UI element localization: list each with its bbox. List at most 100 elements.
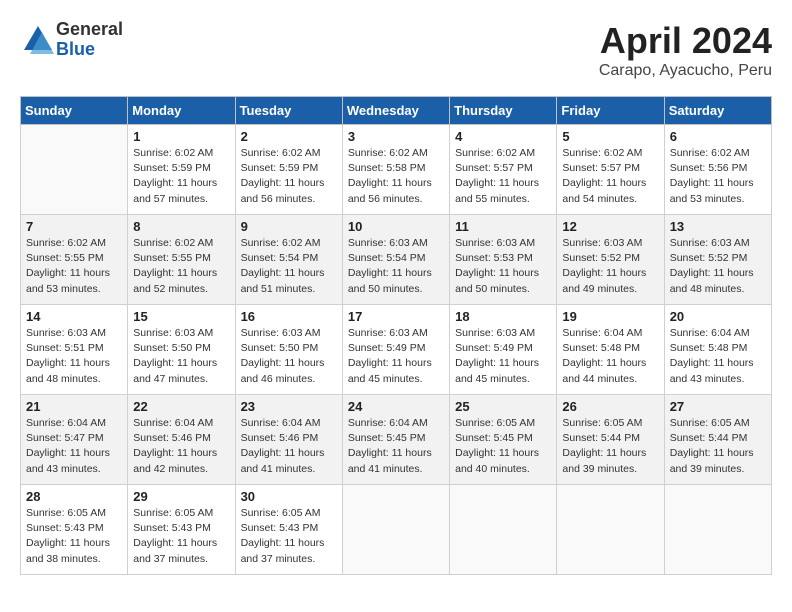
day-number: 28 [26, 489, 122, 504]
calendar-cell [21, 125, 128, 215]
day-info: Sunrise: 6:02 AMSunset: 5:58 PMDaylight:… [348, 146, 444, 207]
day-number: 4 [455, 129, 551, 144]
calendar-cell: 22 Sunrise: 6:04 AMSunset: 5:46 PMDayligh… [128, 395, 235, 485]
weekday-header-saturday: Saturday [664, 97, 771, 125]
week-row-1: 1Sunrise: 6:02 AMSunset: 5:59 PMDaylight… [21, 125, 772, 215]
calendar-cell: 17 Sunrise: 6:03 AMSunset: 5:49 PMDayligh… [342, 305, 449, 395]
calendar-cell: 8Sunrise: 6:02 AMSunset: 5:55 PMDaylight… [128, 215, 235, 305]
calendar-cell [664, 485, 771, 575]
day-number: 29 [133, 489, 229, 504]
calendar-cell: 14 Sunrise: 6:03 AMSunset: 5:51 PMDayligh… [21, 305, 128, 395]
weekday-header-row: SundayMondayTuesdayWednesdayThursdayFrid… [21, 97, 772, 125]
day-number: 27 [670, 399, 766, 414]
day-info: Sunrise: 6:05 AMSunset: 5:43 PMDaylight:… [133, 506, 229, 567]
day-number: 2 [241, 129, 337, 144]
day-info: Sunrise: 6:05 AMSunset: 5:43 PMDaylight:… [26, 506, 122, 567]
calendar-cell [450, 485, 557, 575]
day-info: Sunrise: 6:03 AMSunset: 5:53 PMDaylight:… [455, 236, 551, 297]
week-row-5: 28 Sunrise: 6:05 AMSunset: 5:43 PMDayligh… [21, 485, 772, 575]
day-info: Sunrise: 6:05 AMSunset: 5:44 PMDaylight:… [670, 416, 766, 477]
calendar-cell: 7 Sunrise: 6:02 AMSunset: 5:55 PMDaylight… [21, 215, 128, 305]
title-block: April 2024 Carapo, Ayacucho, Peru [599, 20, 772, 80]
calendar-cell: 2 Sunrise: 6:02 AMSunset: 5:59 PMDaylight… [235, 125, 342, 215]
weekday-header-friday: Friday [557, 97, 664, 125]
day-number: 16 [241, 309, 337, 324]
day-number: 10 [348, 219, 444, 234]
calendar-cell: 21Sunrise: 6:04 AMSunset: 5:47 PMDayligh… [21, 395, 128, 485]
calendar-cell: 19Sunrise: 6:04 AMSunset: 5:48 PMDayligh… [557, 305, 664, 395]
calendar-cell: 29 Sunrise: 6:05 AMSunset: 5:43 PMDayligh… [128, 485, 235, 575]
day-number: 15 [133, 309, 229, 324]
day-number: 26 [562, 399, 658, 414]
week-row-3: 14 Sunrise: 6:03 AMSunset: 5:51 PMDayligh… [21, 305, 772, 395]
day-info: Sunrise: 6:04 AMSunset: 5:45 PMDaylight:… [348, 416, 444, 477]
day-info: Sunrise: 6:02 AMSunset: 5:57 PMDaylight:… [455, 146, 551, 207]
logo-blue: Blue [56, 40, 123, 60]
day-number: 22 [133, 399, 229, 414]
day-info: Sunrise: 6:03 AMSunset: 5:49 PMDaylight:… [348, 326, 444, 387]
day-number: 12 [562, 219, 658, 234]
day-number: 30 [241, 489, 337, 504]
logo-icon [20, 22, 56, 58]
day-number: 19 [562, 309, 658, 324]
day-number: 9 [241, 219, 337, 234]
calendar-cell: 27 Sunrise: 6:05 AMSunset: 5:44 PMDayligh… [664, 395, 771, 485]
day-info: Sunrise: 6:04 AMSunset: 5:48 PMDaylight:… [670, 326, 766, 387]
logo-text: General Blue [56, 20, 123, 60]
calendar-cell: 5Sunrise: 6:02 AMSunset: 5:57 PMDaylight… [557, 125, 664, 215]
day-info: Sunrise: 6:03 AMSunset: 5:52 PMDaylight:… [670, 236, 766, 297]
day-info: Sunrise: 6:02 AMSunset: 5:59 PMDaylight:… [133, 146, 229, 207]
calendar-cell: 3 Sunrise: 6:02 AMSunset: 5:58 PMDaylight… [342, 125, 449, 215]
calendar-cell: 26Sunrise: 6:05 AMSunset: 5:44 PMDayligh… [557, 395, 664, 485]
day-info: Sunrise: 6:02 AMSunset: 5:55 PMDaylight:… [133, 236, 229, 297]
day-info: Sunrise: 6:03 AMSunset: 5:52 PMDaylight:… [562, 236, 658, 297]
calendar-cell: 12 Sunrise: 6:03 AMSunset: 5:52 PMDayligh… [557, 215, 664, 305]
day-info: Sunrise: 6:02 AMSunset: 5:54 PMDaylight:… [241, 236, 337, 297]
week-row-2: 7 Sunrise: 6:02 AMSunset: 5:55 PMDaylight… [21, 215, 772, 305]
location: Carapo, Ayacucho, Peru [599, 62, 772, 80]
day-info: Sunrise: 6:02 AMSunset: 5:55 PMDaylight:… [26, 236, 122, 297]
calendar-cell: 24 Sunrise: 6:04 AMSunset: 5:45 PMDayligh… [342, 395, 449, 485]
calendar-table: SundayMondayTuesdayWednesdayThursdayFrid… [20, 96, 772, 575]
calendar-cell: 9 Sunrise: 6:02 AMSunset: 5:54 PMDaylight… [235, 215, 342, 305]
day-number: 25 [455, 399, 551, 414]
calendar-cell: 10 Sunrise: 6:03 AMSunset: 5:54 PMDayligh… [342, 215, 449, 305]
day-info: Sunrise: 6:03 AMSunset: 5:50 PMDaylight:… [241, 326, 337, 387]
day-number: 23 [241, 399, 337, 414]
calendar-cell: 18 Sunrise: 6:03 AMSunset: 5:49 PMDayligh… [450, 305, 557, 395]
calendar-cell: 16 Sunrise: 6:03 AMSunset: 5:50 PMDayligh… [235, 305, 342, 395]
day-number: 17 [348, 309, 444, 324]
day-number: 13 [670, 219, 766, 234]
day-info: Sunrise: 6:05 AMSunset: 5:45 PMDaylight:… [455, 416, 551, 477]
day-info: Sunrise: 6:03 AMSunset: 5:49 PMDaylight:… [455, 326, 551, 387]
day-info: Sunrise: 6:03 AMSunset: 5:54 PMDaylight:… [348, 236, 444, 297]
calendar-cell: 28 Sunrise: 6:05 AMSunset: 5:43 PMDayligh… [21, 485, 128, 575]
day-number: 6 [670, 129, 766, 144]
day-number: 3 [348, 129, 444, 144]
day-number: 18 [455, 309, 551, 324]
weekday-header-monday: Monday [128, 97, 235, 125]
calendar-cell: 30 Sunrise: 6:05 AMSunset: 5:43 PMDayligh… [235, 485, 342, 575]
calendar-cell [342, 485, 449, 575]
calendar-cell: 15 Sunrise: 6:03 AMSunset: 5:50 PMDayligh… [128, 305, 235, 395]
week-row-4: 21Sunrise: 6:04 AMSunset: 5:47 PMDayligh… [21, 395, 772, 485]
day-info: Sunrise: 6:02 AMSunset: 5:59 PMDaylight:… [241, 146, 337, 207]
logo: General Blue [20, 20, 123, 60]
day-info: Sunrise: 6:04 AMSunset: 5:46 PMDaylight:… [133, 416, 229, 477]
day-info: Sunrise: 6:03 AMSunset: 5:51 PMDaylight:… [26, 326, 122, 387]
calendar-cell: 4 Sunrise: 6:02 AMSunset: 5:57 PMDaylight… [450, 125, 557, 215]
day-info: Sunrise: 6:04 AMSunset: 5:46 PMDaylight:… [241, 416, 337, 477]
calendar-cell: 23 Sunrise: 6:04 AMSunset: 5:46 PMDayligh… [235, 395, 342, 485]
day-info: Sunrise: 6:05 AMSunset: 5:43 PMDaylight:… [241, 506, 337, 567]
day-number: 24 [348, 399, 444, 414]
calendar-cell: 20 Sunrise: 6:04 AMSunset: 5:48 PMDayligh… [664, 305, 771, 395]
weekday-header-thursday: Thursday [450, 97, 557, 125]
day-number: 7 [26, 219, 122, 234]
calendar-cell [557, 485, 664, 575]
weekday-header-tuesday: Tuesday [235, 97, 342, 125]
day-number: 5 [562, 129, 658, 144]
day-number: 14 [26, 309, 122, 324]
day-number: 11 [455, 219, 551, 234]
day-info: Sunrise: 6:03 AMSunset: 5:50 PMDaylight:… [133, 326, 229, 387]
day-number: 20 [670, 309, 766, 324]
